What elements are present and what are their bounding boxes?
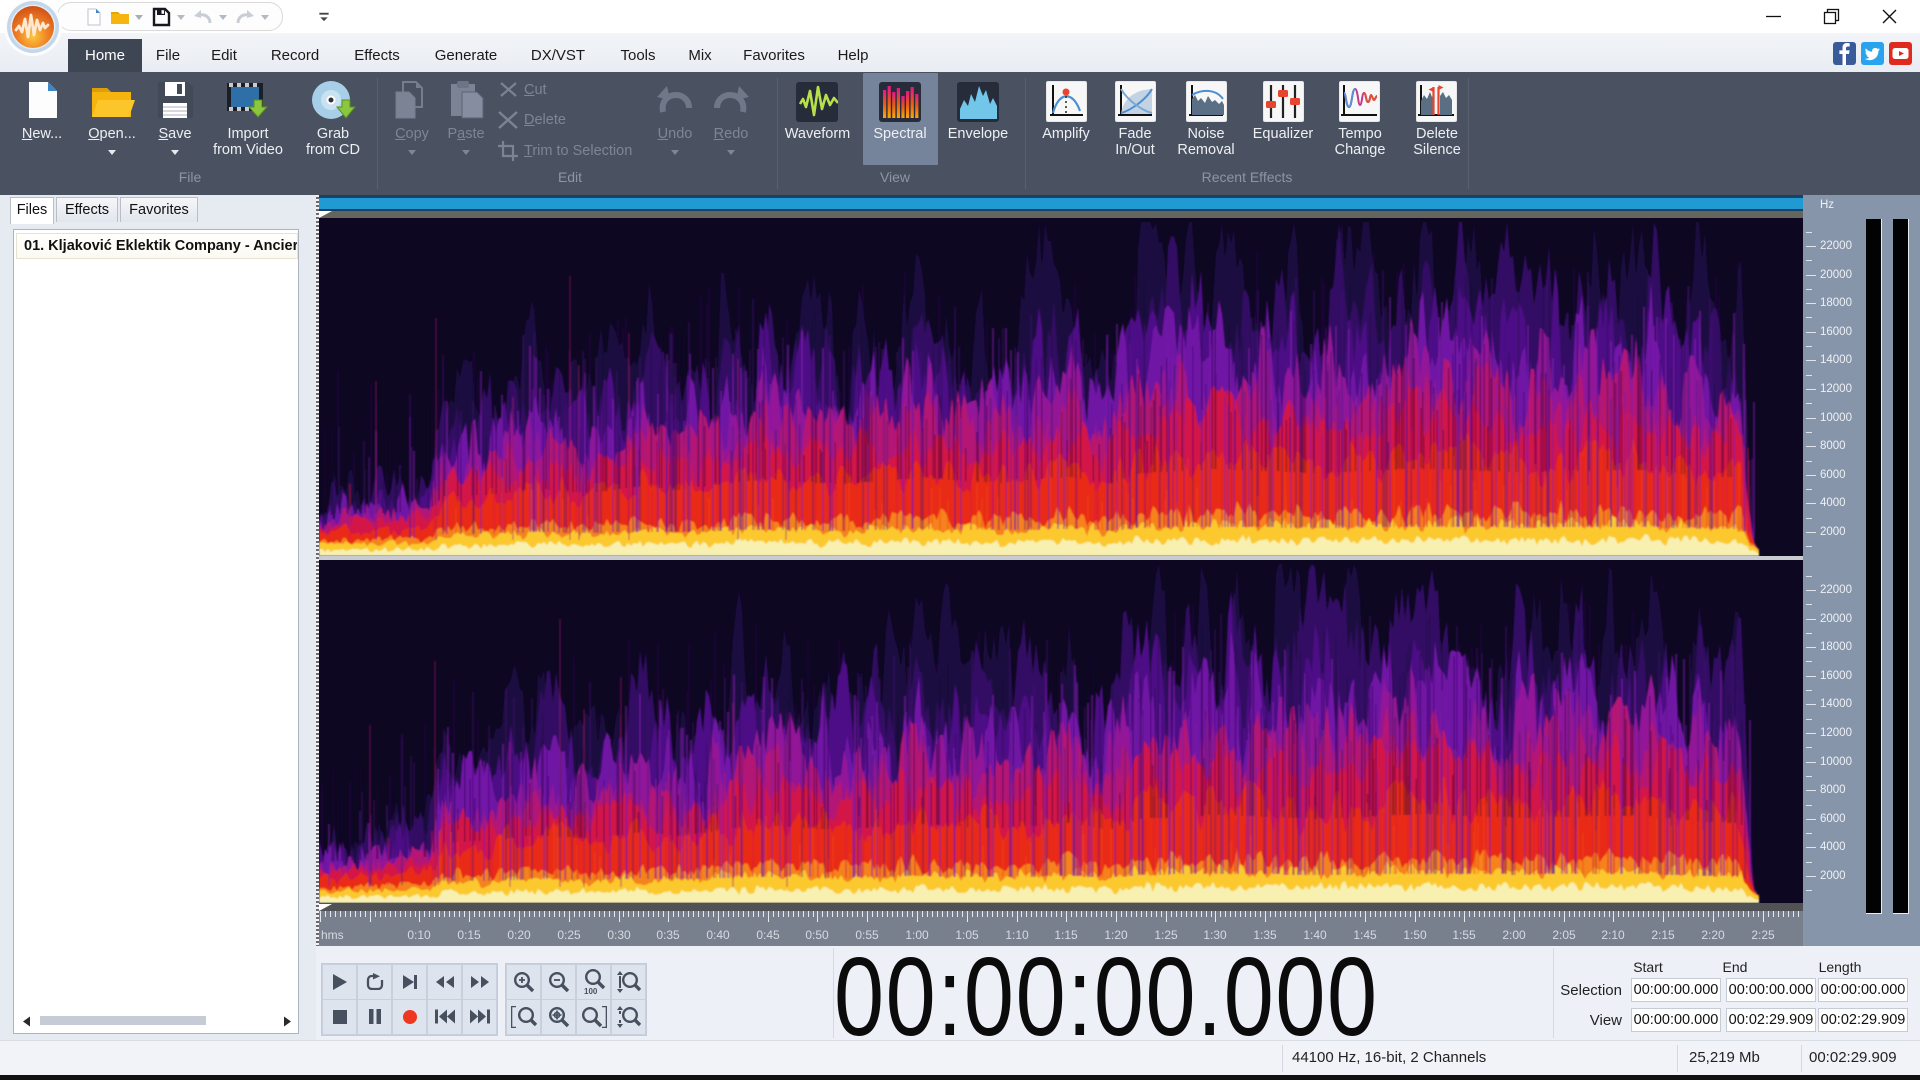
svg-text:100: 100 xyxy=(584,987,598,995)
